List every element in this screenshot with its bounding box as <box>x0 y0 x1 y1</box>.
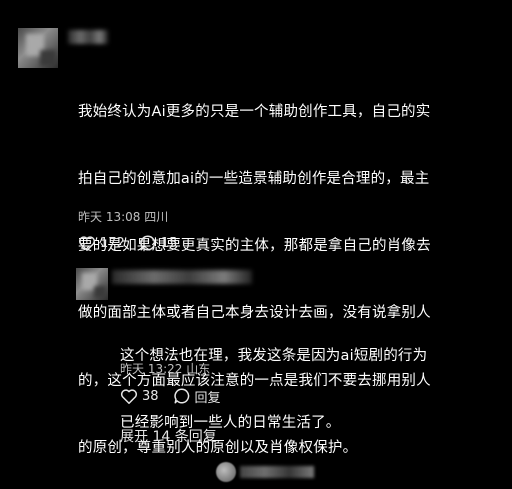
reply-author-name[interactable] <box>112 270 252 284</box>
comment-line: 我始终认为Ai更多的只是一个辅助创作工具，自己的实 <box>78 103 431 120</box>
reply-reply-button[interactable]: 回复 <box>173 387 221 406</box>
watermark-logo-icon <box>216 462 236 482</box>
speech-bubble-icon <box>139 234 157 252</box>
comment-meta: 昨天 13:08 四川 <box>78 210 169 224</box>
reply-actions: 38 回复 <box>120 386 221 406</box>
heart-icon <box>120 388 138 405</box>
comment-author-avatar[interactable] <box>18 28 58 68</box>
like-count: 172 <box>100 235 125 251</box>
reply-like-count: 38 <box>142 388 159 404</box>
comment-line: 拍自己的创意加ai的一些造景辅助创作是合理的，最主 <box>78 171 430 188</box>
expand-replies-link[interactable]: 展开 14 条回复 <box>120 426 217 446</box>
reply-count: 15 <box>160 235 178 251</box>
reply-reply-label: 回复 <box>194 390 221 406</box>
reply-button[interactable]: 15 <box>139 234 178 252</box>
speech-bubble-icon <box>173 387 191 405</box>
comment-actions: 172 15 <box>78 233 177 253</box>
comment-thread: 我始终认为Ai更多的只是一个辅助创作工具，自己的实 拍自己的创意加ai的一些造景… <box>0 0 512 489</box>
reply-like-button[interactable]: 38 <box>120 388 159 405</box>
reply-author-avatar[interactable] <box>76 268 108 300</box>
reply-meta: 昨天 13:22 山东 <box>120 362 211 376</box>
watermark <box>216 462 314 482</box>
watermark-text <box>240 466 314 478</box>
heart-icon <box>78 235 96 252</box>
comment-author-name[interactable] <box>68 30 108 44</box>
like-button[interactable]: 172 <box>78 235 125 252</box>
